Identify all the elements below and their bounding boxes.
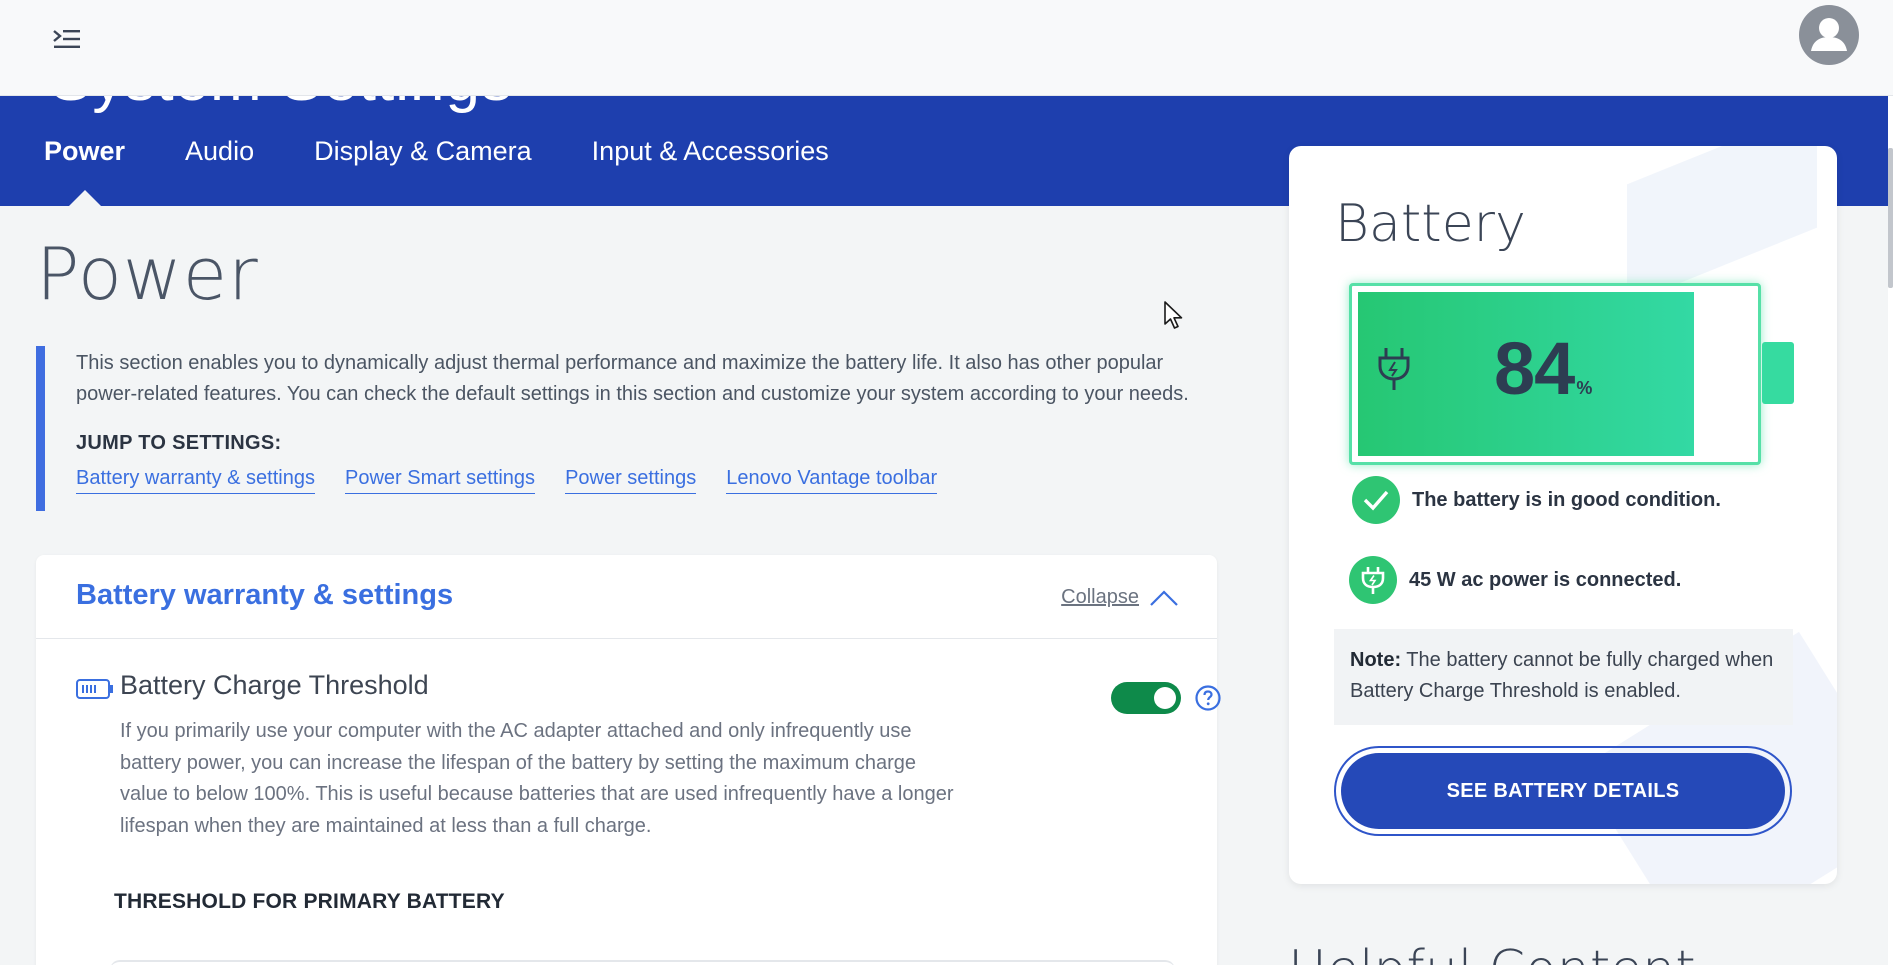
jump-label: JUMP TO SETTINGS: [76, 432, 282, 454]
card-decoration [1627, 146, 1817, 305]
tab-audio[interactable]: Audio [185, 136, 254, 206]
battery-cap [1762, 342, 1794, 404]
threshold-panel-edge [110, 960, 1175, 965]
user-avatar-icon[interactable] [1799, 5, 1859, 65]
page-title: Power [36, 232, 259, 316]
app-bar [0, 0, 1893, 96]
page-title-scrolled: System Settings [50, 96, 513, 115]
jump-links: Battery warranty & settings Power Smart … [76, 467, 1196, 494]
battery-icon [76, 679, 113, 699]
jump-link-vantage-toolbar[interactable]: Lenovo Vantage toolbar [726, 467, 938, 494]
note-text: The battery cannot be fully charged when… [1350, 649, 1774, 702]
tab-input-accessories[interactable]: Input & Accessories [592, 136, 829, 206]
plug-icon [1378, 348, 1410, 390]
see-battery-details-button[interactable]: SEE BATTERY DETAILS [1334, 746, 1792, 836]
battery-title: Battery [1335, 194, 1526, 254]
tab-power[interactable]: Power [44, 136, 125, 206]
collapse-button[interactable]: Collapse [1061, 586, 1179, 609]
see-battery-details-label: SEE BATTERY DETAILS [1341, 753, 1785, 829]
note-label: Note: [1350, 649, 1402, 671]
jump-link-power-smart[interactable]: Power Smart settings [344, 467, 536, 494]
setting-description: If you primarily use your computer with … [120, 720, 954, 837]
tab-bar: Power Audio Display & Camera Input & Acc… [44, 136, 889, 206]
card-header: Battery warranty & settings Collapse [36, 555, 1217, 639]
battery-percent-sign: % [1576, 378, 1592, 398]
power-status-row: 45 W ac power is connected. [1349, 556, 1681, 604]
battery-note: Note: The battery cannot be fully charge… [1334, 629, 1793, 725]
chevron-up-icon [1150, 589, 1178, 606]
battery-condition-text: The battery is in good condition. [1412, 488, 1721, 511]
check-icon [1352, 476, 1400, 524]
battery-settings-card: Battery warranty & settings Collapse Bat… [36, 555, 1221, 965]
threshold-toggle[interactable] [1111, 682, 1181, 714]
mouse-cursor-icon [1164, 301, 1183, 329]
battery-status-card: Battery 84% The battery is in good condi… [1289, 146, 1837, 884]
tab-display-camera[interactable]: Display & Camera [314, 136, 532, 206]
battery-condition-row: The battery is in good condition. [1352, 476, 1721, 524]
jump-link-battery-warranty[interactable]: Battery warranty & settings [76, 467, 315, 494]
card-title: Battery warranty & settings [76, 579, 454, 611]
battery-percentage: 84% [1494, 326, 1592, 411]
intro-text: This section enables you to dynamically … [76, 352, 1189, 405]
collapse-label: Collapse [1061, 586, 1139, 608]
battery-percent-value: 84 [1494, 327, 1575, 410]
scrollbar-thumb[interactable] [1888, 148, 1893, 288]
intro-block: This section enables you to dynamically … [36, 346, 1196, 511]
plug-circle-icon [1349, 556, 1397, 604]
setting-title: Battery Charge Threshold [120, 670, 429, 700]
menu-expand-icon[interactable] [50, 24, 84, 54]
threshold-heading: THRESHOLD FOR PRIMARY BATTERY [114, 890, 505, 913]
help-icon[interactable] [1194, 684, 1222, 712]
power-status-text: 45 W ac power is connected. [1409, 568, 1682, 591]
toggle-knob [1154, 687, 1176, 709]
battery-gauge: 84% [1349, 283, 1761, 465]
helpful-content-heading: Helpful Content [1288, 940, 1696, 965]
jump-link-power-settings[interactable]: Power settings [565, 467, 697, 494]
